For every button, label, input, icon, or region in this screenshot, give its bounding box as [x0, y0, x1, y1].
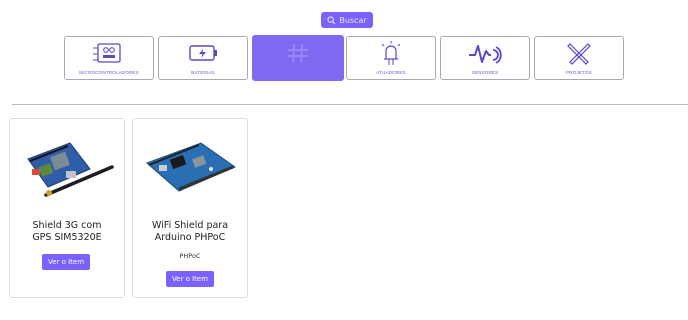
item-title-line2: Arduino PHPoC	[154, 232, 226, 243]
tools-icon	[567, 43, 591, 65]
sensor-wave-icon	[469, 45, 502, 64]
category-projetos[interactable]: Projetos	[534, 36, 624, 80]
search-icon	[327, 15, 336, 24]
item-card: WiFi Shield para Arduino PHPoC PHPoC Ver…	[132, 118, 248, 298]
item-subtitle: PHPoC	[179, 252, 201, 260]
search-button-label: Buscar	[339, 15, 367, 25]
category-baterias[interactable]: Baterias	[158, 36, 248, 80]
section-divider	[12, 104, 688, 105]
category-active[interactable]	[252, 35, 344, 81]
hashtag-icon	[288, 43, 308, 63]
category-label: Sensores	[471, 70, 499, 75]
item-title-line1: WiFi Shield para	[151, 220, 229, 231]
category-sensores[interactable]: Sensores	[440, 36, 530, 80]
view-item-button[interactable]: Ver o Item	[42, 254, 90, 270]
item-title-line1: Shield 3G com	[32, 220, 102, 231]
battery-icon	[189, 45, 217, 61]
wifi-shield-image	[146, 142, 237, 192]
microcontroller-icon	[93, 43, 121, 63]
item-card: Shield 3G com GPS SIM5320E Ver o Item	[9, 118, 125, 298]
category-label: Atuadores	[376, 70, 406, 75]
item-title-line2: GPS SIM5320E	[32, 232, 102, 243]
category-label: Projetos	[566, 70, 592, 75]
category-microcontroladores[interactable]: Microcontroladores	[64, 36, 154, 80]
category-label: Microcontroladores	[79, 70, 139, 75]
shield-3g-image	[27, 142, 114, 197]
search-button[interactable]: Buscar	[321, 12, 373, 28]
view-item-button[interactable]: Ver o Item	[166, 271, 214, 287]
category-atuadores[interactable]: Atuadores	[346, 36, 436, 80]
category-label: Baterias	[191, 70, 215, 75]
led-icon	[381, 41, 401, 65]
